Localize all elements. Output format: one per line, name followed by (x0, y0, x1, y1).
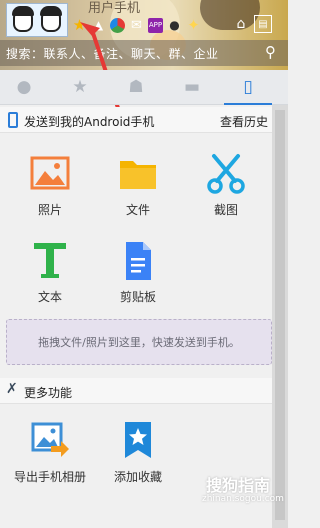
triangle-icon[interactable]: ▲ (91, 18, 106, 33)
search-icon[interactable]: ⚲ (265, 43, 276, 61)
action-screenshot[interactable]: 截图 (194, 153, 258, 218)
header: 用户手机 ★ ▲ ✉ APP ● ✦ ⌂ ▤ 搜索：联系人、备注、聊天、群、企业… (0, 0, 288, 70)
home-icon[interactable]: ⌂ (232, 15, 250, 33)
action-label: 文件 (125, 203, 150, 217)
scrollbar-thumb[interactable] (275, 110, 285, 520)
tab-phone[interactable]: ▯ (224, 70, 272, 105)
apps-icon[interactable]: APP (148, 17, 163, 33)
avatar-hair (40, 6, 62, 16)
tab-favorites[interactable]: ★ (56, 70, 104, 104)
star-icon[interactable]: ★ (72, 17, 87, 33)
drop-zone-hint: 拖拽文件/照片到这里，快速发送到手机。 (38, 336, 240, 349)
tab-contacts[interactable]: ● (0, 70, 48, 104)
person-icon: ● (16, 77, 32, 97)
action-label: 截图 (213, 203, 238, 217)
send-section-title: 发送到我的Android手机 (24, 115, 155, 129)
action-label: 剪贴板 (119, 290, 156, 304)
phone-icon (8, 112, 18, 128)
action-export-album[interactable]: 导出手机相册 (10, 420, 90, 485)
mail-icon[interactable]: ✉ (129, 18, 144, 33)
folder-icon (117, 153, 159, 195)
bookmark-icon (117, 420, 159, 462)
more-section-title: 更多功能 (24, 386, 73, 400)
view-history-link[interactable]: 查看历史 (220, 113, 268, 130)
watermark: 搜狗指南 zhinan.sogou.com (176, 468, 286, 518)
clipboard-icon (117, 240, 159, 282)
photo-icon (29, 153, 71, 195)
action-label: 添加收藏 (113, 470, 162, 484)
avatar-hair (12, 6, 34, 16)
export-album-icon (29, 420, 71, 462)
search-input[interactable]: 搜索：联系人、备注、聊天、群、企业 (6, 45, 219, 62)
text-icon (29, 240, 71, 282)
tab-messages[interactable]: ▬ (168, 70, 216, 104)
apps-manager-icon[interactable]: ▤ (254, 15, 272, 33)
nickname: 用户手机 (88, 1, 141, 16)
search-bar[interactable]: 搜索：联系人、备注、聊天、群、企业 ⚲ (0, 40, 288, 66)
browser-icon[interactable] (110, 17, 125, 33)
tab-bar: ● ★ ☗ ▬ ▯ (0, 70, 288, 105)
watermark-title: 搜狗指南 (206, 476, 271, 495)
tab-groups[interactable]: ☗ (112, 70, 160, 104)
action-photo[interactable]: 照片 (18, 153, 82, 218)
action-file[interactable]: 文件 (106, 153, 170, 218)
more-section-header: ✗ 更多功能 (0, 378, 272, 404)
action-add-favorite[interactable]: 添加收藏 (98, 420, 178, 485)
action-clipboard[interactable]: 剪贴板 (106, 240, 170, 305)
tools-icon: ✗ (6, 381, 18, 397)
ball-icon[interactable]: ● (167, 18, 182, 33)
watermark-subtitle: zhinan.sogou.com (202, 494, 284, 504)
action-text[interactable]: 文本 (18, 240, 82, 305)
chat-icon: ▬ (183, 77, 201, 97)
scissors-icon (205, 153, 247, 195)
sparkle-icon[interactable]: ✦ (186, 17, 201, 33)
group-icon: ☗ (128, 77, 144, 97)
star-icon: ★ (72, 77, 88, 97)
drop-zone[interactable]: 拖拽文件/照片到这里，快速发送到手机。 (6, 319, 272, 365)
action-label: 文本 (37, 290, 62, 304)
phone-icon: ▯ (243, 77, 253, 97)
action-label: 导出手机相册 (13, 470, 86, 484)
send-section-header: 发送到我的Android手机 查看历史 (0, 107, 272, 133)
avatar[interactable] (6, 3, 68, 37)
status-icons: ★ ▲ ✉ APP ● ✦ (72, 16, 201, 34)
action-label: 照片 (37, 203, 62, 217)
